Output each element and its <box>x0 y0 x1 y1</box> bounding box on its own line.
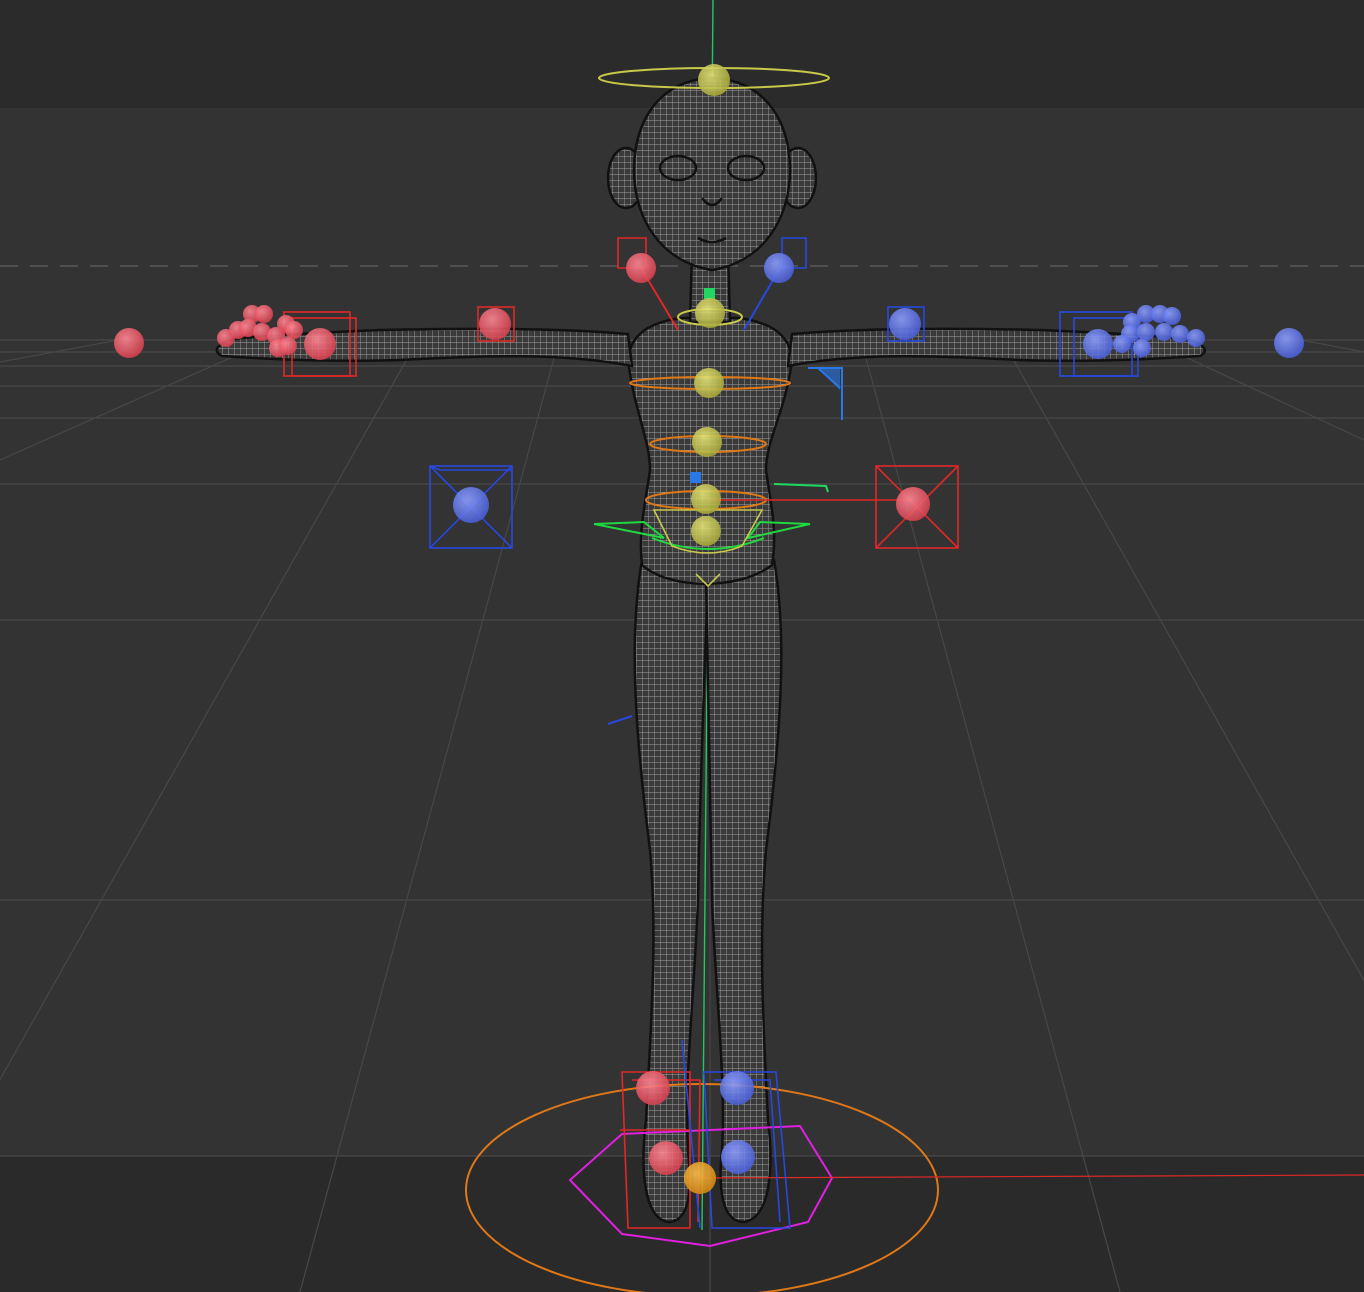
right-knee-sphere[interactable] <box>720 1071 754 1105</box>
left-finger-sphere[interactable] <box>279 337 297 355</box>
right-finger-sphere[interactable] <box>1133 339 1151 357</box>
3d-viewport[interactable] <box>0 0 1364 1292</box>
left-elbow-sphere[interactable] <box>479 308 511 340</box>
chest-sphere[interactable] <box>694 368 724 398</box>
neck-y-handle[interactable] <box>704 288 715 299</box>
left-arm-pole-sphere[interactable] <box>114 328 144 358</box>
waist-sphere[interactable] <box>691 484 721 514</box>
left-finger-sphere[interactable] <box>285 321 303 339</box>
right-finger-sphere[interactable] <box>1137 323 1155 341</box>
right-finger-sphere[interactable] <box>1171 325 1189 343</box>
right-finger-sphere[interactable] <box>1113 335 1131 353</box>
neck-sphere[interactable] <box>695 298 725 328</box>
left-hip-sphere[interactable] <box>896 487 930 521</box>
right-finger-sphere[interactable] <box>1187 329 1205 347</box>
root-sphere[interactable] <box>684 1162 716 1194</box>
right-finger-sphere[interactable] <box>1163 307 1181 325</box>
right-wrist-sphere[interactable] <box>1083 329 1113 359</box>
right-clavicle-sphere[interactable] <box>764 253 794 283</box>
right-ankle-sphere[interactable] <box>721 1140 755 1174</box>
right-hip-sphere[interactable] <box>453 487 489 523</box>
head-sphere[interactable] <box>698 64 730 96</box>
left-clavicle-sphere[interactable] <box>626 253 656 283</box>
left-ankle-sphere[interactable] <box>649 1141 683 1175</box>
right-arm-pole-sphere[interactable] <box>1274 328 1304 358</box>
right-finger-sphere[interactable] <box>1155 323 1173 341</box>
pelvis-sphere[interactable] <box>691 516 721 546</box>
left-finger-sphere[interactable] <box>255 305 273 323</box>
left-wrist-sphere[interactable] <box>304 328 336 360</box>
right-elbow-sphere[interactable] <box>889 308 921 340</box>
left-knee-sphere[interactable] <box>636 1071 670 1105</box>
pelvis-z-handle[interactable] <box>690 472 701 483</box>
spine-sphere[interactable] <box>692 427 722 457</box>
